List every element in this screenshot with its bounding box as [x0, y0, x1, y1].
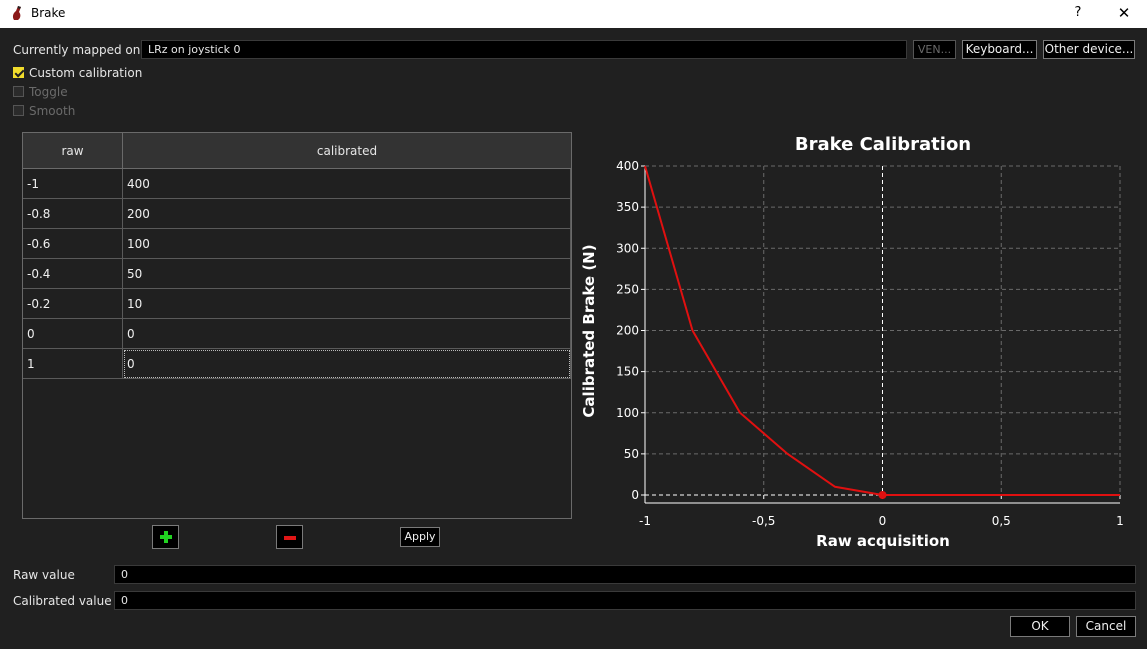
close-button[interactable]: ✕	[1111, 3, 1137, 23]
table-cell-calibrated[interactable]: 0	[123, 319, 571, 349]
table-cell-calibrated[interactable]: 10	[123, 289, 571, 319]
table-cell-calibrated[interactable]: 200	[123, 199, 571, 229]
calibrated-value-field[interactable]: 0	[114, 591, 1136, 610]
chart-y-tick-label: 350	[616, 200, 639, 214]
other-device-button[interactable]: Other device...	[1043, 40, 1135, 59]
chart-title: Brake Calibration	[795, 134, 971, 155]
table-cell-calibrated[interactable]: 50	[123, 259, 571, 289]
raw-value-field[interactable]: 0	[114, 565, 1136, 584]
table-cell-raw[interactable]: -1	[23, 169, 123, 199]
chart-x-tick-label: -0,5	[752, 514, 775, 528]
apply-button[interactable]: Apply	[400, 527, 440, 547]
chart-y-tick-label: 250	[616, 282, 639, 296]
mapping-label: Currently mapped on	[13, 43, 141, 57]
table-cell-calibrated[interactable]: 400	[123, 169, 571, 199]
help-button[interactable]: ?	[1066, 3, 1090, 23]
chart-x-tick-label: 0	[879, 514, 887, 528]
calibration-table[interactable]: raw calibrated -1 400 -0.8 200 -0.6 100 …	[22, 132, 572, 519]
table-cell-raw[interactable]: -0.4	[23, 259, 123, 289]
chart-x-tick-label: 0,5	[992, 514, 1011, 528]
toggle-checkbox[interactable]	[13, 86, 24, 97]
keyboard-button[interactable]: Keyboard...	[962, 40, 1037, 59]
window-title: Brake	[31, 6, 66, 20]
ven-button[interactable]: VEN...	[913, 40, 956, 59]
table-cell-raw[interactable]: -0.8	[23, 199, 123, 229]
toggle-label: Toggle	[29, 85, 68, 99]
table-cell-raw[interactable]: 1	[23, 349, 123, 379]
remove-row-button[interactable]	[276, 525, 303, 549]
plus-icon	[160, 531, 172, 543]
chart-y-tick-label: 100	[616, 406, 639, 420]
table-cell-calibrated-selected[interactable]: 0	[123, 349, 571, 379]
custom-calibration-label: Custom calibration	[29, 66, 143, 80]
brake-calibration-chart: Brake Calibration Calibrated Brake (N) R…	[580, 134, 1124, 550]
raw-value-label: Raw value	[13, 568, 75, 582]
custom-calibration-checkbox[interactable]	[13, 67, 24, 78]
chart-y-tick-label: 300	[616, 241, 639, 255]
chart-y-axis-label: Calibrated Brake (N)	[580, 244, 598, 417]
chart-y-tick-label: 150	[616, 365, 639, 379]
ok-button[interactable]: OK	[1010, 616, 1070, 637]
chart-x-axis-label: Raw acquisition	[816, 532, 950, 550]
title-bar: Brake ? ✕	[0, 0, 1147, 28]
chart-y-tick-label: 0	[631, 488, 639, 502]
table-cell-raw[interactable]: -0.2	[23, 289, 123, 319]
smooth-checkbox[interactable]	[13, 105, 24, 116]
chart-y-tick-label: 50	[624, 447, 639, 461]
minus-icon	[284, 536, 296, 540]
table-cell-raw[interactable]: -0.6	[23, 229, 123, 259]
chart-x-tick-label: 1	[1116, 514, 1124, 528]
table-cell-raw[interactable]: 0	[23, 319, 123, 349]
chart-current-point	[878, 491, 887, 499]
column-header-raw[interactable]: raw	[23, 133, 123, 169]
cancel-button[interactable]: Cancel	[1076, 616, 1136, 637]
smooth-label: Smooth	[29, 104, 76, 118]
chart-x-tick-label: -1	[639, 514, 651, 528]
add-row-button[interactable]	[152, 525, 179, 549]
calibrated-value-label: Calibrated value	[13, 594, 112, 608]
chart-y-tick-label: 200	[616, 324, 639, 338]
app-logo-icon	[12, 6, 21, 20]
table-cell-calibrated[interactable]: 100	[123, 229, 571, 259]
column-header-calibrated[interactable]: calibrated	[123, 133, 571, 169]
chart-y-tick-label: 400	[616, 159, 639, 173]
mapping-field[interactable]: LRz on joystick 0	[141, 40, 907, 59]
